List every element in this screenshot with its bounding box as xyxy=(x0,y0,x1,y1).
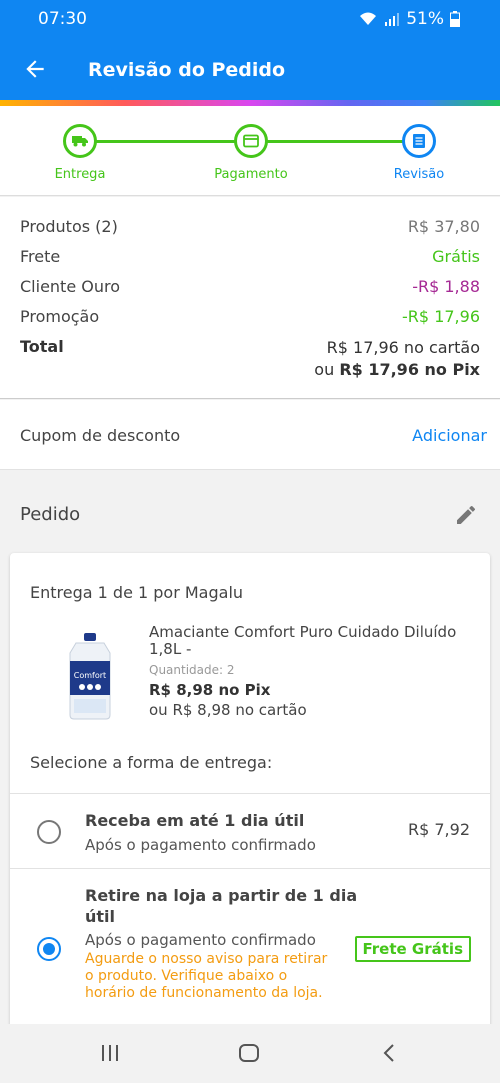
summary-value: Grátis xyxy=(432,247,480,266)
summary-value: R$ 37,80 xyxy=(407,217,480,236)
summary-row-frete: Frete Grátis xyxy=(20,247,480,266)
step-entrega[interactable]: Entrega xyxy=(20,124,140,182)
truck-icon xyxy=(72,136,88,147)
delivery-select-title: Selecione a forma de entrega: xyxy=(30,753,273,772)
total-pix-line: ou R$ 17,96 no Pix xyxy=(314,359,480,381)
summary-label: Cliente Ouro xyxy=(20,277,120,296)
summary-row-promocao: Promoção -R$ 17,96 xyxy=(20,307,480,326)
option-price: R$ 7,92 xyxy=(407,820,470,839)
step-label: Revisão xyxy=(393,167,445,182)
coupon-label: Cupom de desconto xyxy=(20,426,181,445)
battery-icon xyxy=(450,11,460,27)
total-pix: R$ 17,96 no Pix xyxy=(339,360,480,379)
order-card: Entrega 1 de 1 por Magalu Comfort Amacia… xyxy=(10,553,490,1033)
step-circle xyxy=(63,124,97,158)
delivery-header: Entrega 1 de 1 por Magalu xyxy=(30,583,244,602)
step-circle xyxy=(234,124,268,158)
option-title: Receba em até 1 dia útil xyxy=(85,811,305,830)
home-icon[interactable] xyxy=(238,1042,260,1064)
recent-apps-icon[interactable] xyxy=(99,1042,121,1064)
summary-label: Promoção xyxy=(20,307,100,326)
system-nav-bar xyxy=(0,1024,500,1083)
pencil-icon[interactable] xyxy=(454,503,478,527)
summary-value: -R$ 17,96 xyxy=(402,307,480,326)
radio-button[interactable] xyxy=(37,820,61,844)
option-title: Retire na loja a partir de 1 dia útil xyxy=(85,886,358,926)
total-label: Total xyxy=(20,337,64,356)
step-pagamento[interactable]: Pagamento xyxy=(191,124,311,182)
delivery-option-pickup[interactable]: Retire na loja a partir de 1 dia útil Ap… xyxy=(10,868,490,1033)
free-shipping-badge: Frete Grátis xyxy=(354,936,471,962)
product-name[interactable]: Amaciante Comfort Puro Cuidado Diluído 1… xyxy=(149,624,479,658)
total-pix-prefix: ou xyxy=(314,360,335,379)
card-icon xyxy=(243,134,259,148)
battery-percent: 51% xyxy=(406,9,444,29)
total-card: R$ 17,96 no cartão xyxy=(326,338,480,357)
back-arrow-icon[interactable] xyxy=(22,56,48,82)
option-subtitle: Após o pagamento confirmado xyxy=(85,931,316,949)
step-label: Entrega xyxy=(54,167,106,182)
product-price-card: ou R$ 8,98 no cartão xyxy=(149,701,307,719)
total-value: R$ 17,96 no cartão ou R$ 17,96 no Pix xyxy=(314,337,480,381)
step-label: Pagamento xyxy=(214,167,288,182)
status-bar: 07:30 51% xyxy=(0,0,500,38)
summary-row-produtos: Produtos (2) R$ 37,80 xyxy=(20,217,480,236)
product-price-pix: R$ 8,98 no Pix xyxy=(149,681,271,699)
checkout-stepper: Entrega Pagamento Revisão xyxy=(0,106,500,196)
quantity-value: 2 xyxy=(226,663,235,677)
signal-icon xyxy=(385,13,400,26)
step-circle xyxy=(402,124,436,158)
summary-value: -R$ 1,88 xyxy=(412,277,480,296)
radio-button-selected[interactable] xyxy=(37,937,61,961)
summary-label: Produtos (2) xyxy=(20,217,118,236)
summary-label: Frete xyxy=(20,247,61,266)
delivery-option-express[interactable]: Receba em até 1 dia útil Após o pagament… xyxy=(10,793,490,868)
add-coupon-button[interactable]: Adicionar xyxy=(412,426,487,445)
document-icon xyxy=(413,134,425,148)
product-quantity: Quantidade: 2 xyxy=(149,663,235,677)
option-subtitle: Após o pagamento confirmado xyxy=(85,836,316,854)
product-image: Comfort xyxy=(69,633,111,720)
status-icons: 51% xyxy=(358,9,460,29)
app-bar: Revisão do Pedido xyxy=(0,38,500,102)
page-title: Revisão do Pedido xyxy=(88,59,286,81)
pickup-warning: Aguarde o nosso aviso para retirar o pro… xyxy=(85,951,328,1001)
pedido-title: Pedido xyxy=(20,504,81,525)
coupon-row: Cupom de desconto Adicionar xyxy=(0,400,500,470)
quantity-label: Quantidade: xyxy=(149,663,224,677)
product-brand: Comfort xyxy=(74,671,106,680)
summary-row-total: Total R$ 17,96 no cartão ou R$ 17,96 no … xyxy=(20,337,480,381)
wifi-icon xyxy=(360,12,377,25)
nav-back-icon[interactable] xyxy=(378,1042,400,1064)
step-revisao[interactable]: Revisão xyxy=(359,124,479,182)
status-time: 07:30 xyxy=(38,9,87,29)
order-summary: Produtos (2) R$ 37,80 Frete Grátis Clien… xyxy=(0,197,500,399)
summary-row-cliente-ouro: Cliente Ouro -R$ 1,88 xyxy=(20,277,480,296)
